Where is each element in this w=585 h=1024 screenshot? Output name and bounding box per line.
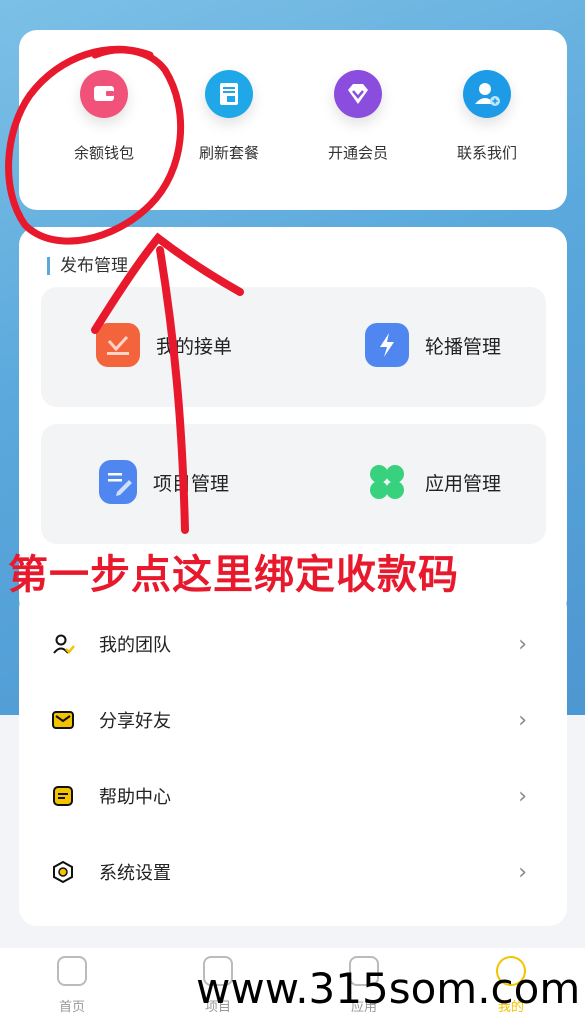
quick-wallet[interactable]: 余额钱包 [44,70,164,163]
carousel-management-item[interactable]: 轮播管理 [365,323,501,367]
quick-actions-card: 余额钱包 刷新套餐 开通会员 联系我们 [19,30,567,210]
contact-user-icon [463,70,511,118]
team-icon [53,634,75,654]
project-management-label: 项目管理 [153,472,230,495]
chevron-right-icon: › [518,631,527,657]
publish-tile-row-2: 项目管理 应用管理 [41,424,546,544]
quick-refresh-package[interactable]: 刷新套餐 [169,70,289,163]
my-orders-item[interactable]: 我的接单 [96,323,232,367]
chevron-right-icon: › [518,707,527,733]
tab-home-label: 首页 [58,1000,85,1015]
settings-menu-card: 我的团队 › 分享好友 › 帮助中心 › 系统设置 › [19,590,567,926]
menu-item-my-team[interactable]: 我的团队 › [19,606,567,682]
publish-tile-row-1: 我的接单 轮播管理 [41,287,546,407]
project-edit-icon [99,460,137,504]
menu-item-system-settings[interactable]: 系统设置 › [19,834,567,910]
menu-item-help-center[interactable]: 帮助中心 › [19,758,567,834]
menu-label-system-settings: 系统设置 [99,863,171,884]
menu-label-share-friends: 分享好友 [99,711,171,732]
wallet-icon [80,70,128,118]
carousel-bolt-icon [365,323,409,367]
quick-contact-label: 联系我们 [456,144,517,162]
menu-label-help-center: 帮助中心 [99,787,171,808]
settings-hex-icon [53,860,73,884]
app-management-label: 应用管理 [425,472,502,495]
annotation-instruction-text: 第一步点这里绑定收款码 [8,552,459,598]
quick-contact-us[interactable]: 联系我们 [427,70,547,163]
quick-vip-label: 开通会员 [327,144,388,162]
apps-clover-icon [365,460,409,504]
menu-item-share-friends[interactable]: 分享好友 › [19,682,567,758]
quick-refresh-label: 刷新套餐 [198,144,259,162]
watermark-text: www.315som.com [196,964,581,1013]
my-orders-label: 我的接单 [156,335,233,358]
tab-home[interactable]: 首页 [22,956,122,1015]
help-icon [53,786,73,806]
vip-diamond-icon [334,70,382,118]
share-mail-icon [52,711,74,729]
home-icon [57,956,87,986]
project-management-item[interactable]: 项目管理 [99,460,229,504]
menu-label-my-team: 我的团队 [99,635,171,656]
refresh-package-icon [205,70,253,118]
orders-icon [96,323,140,367]
carousel-management-label: 轮播管理 [425,335,502,358]
quick-open-vip[interactable]: 开通会员 [298,70,418,163]
chevron-right-icon: › [518,783,527,809]
section-title: 发布管理 [47,257,128,275]
app-management-item[interactable]: 应用管理 [365,460,501,504]
quick-wallet-label: 余额钱包 [73,144,134,162]
chevron-right-icon: › [518,859,527,885]
